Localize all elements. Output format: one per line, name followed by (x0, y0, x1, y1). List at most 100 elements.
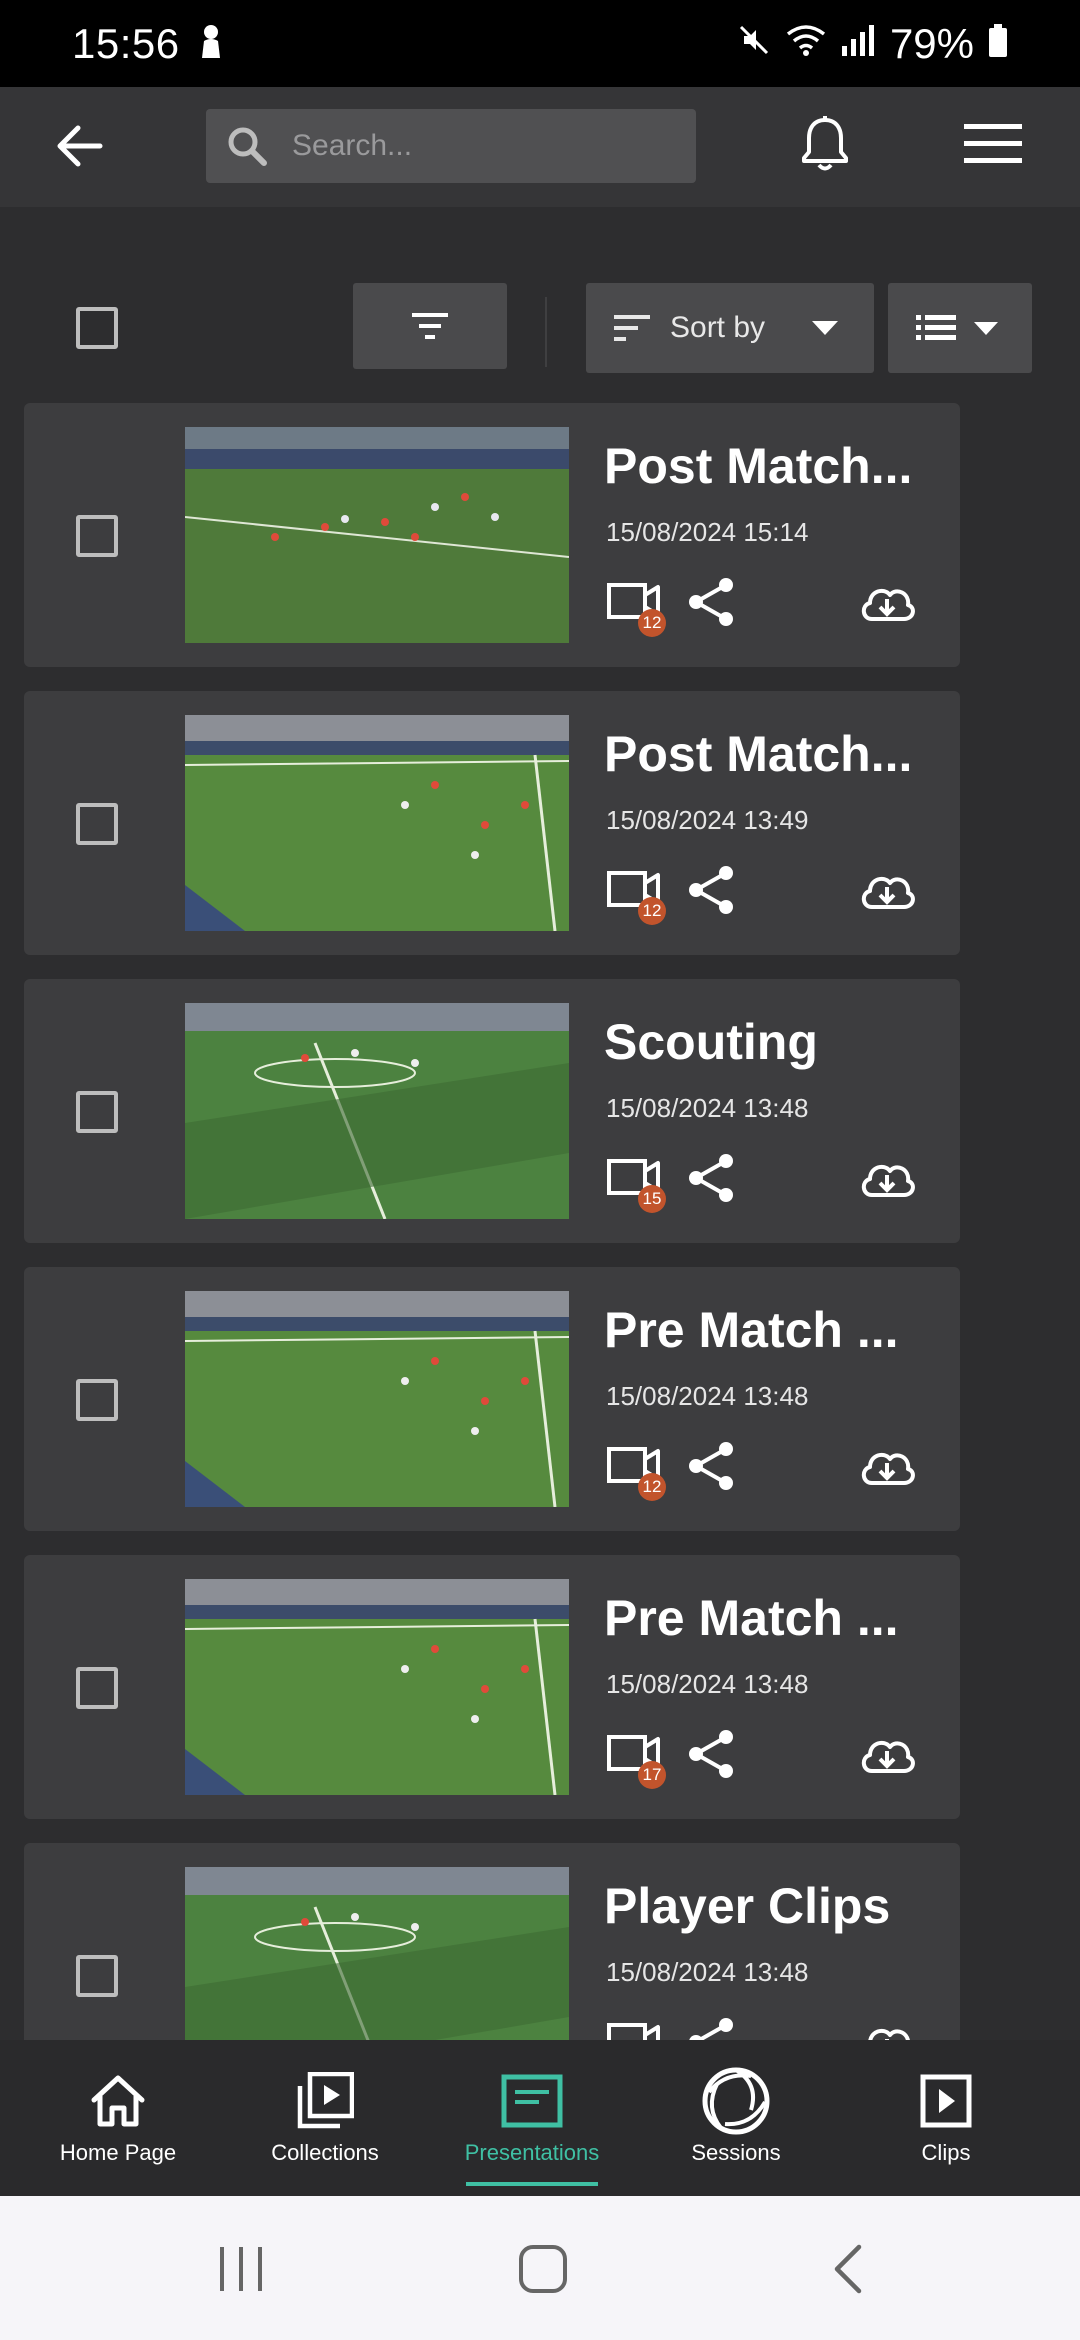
share-button[interactable] (682, 2013, 740, 2040)
presentation-thumbnail[interactable] (185, 1003, 569, 1219)
cloud-download-button[interactable] (858, 575, 916, 631)
sort-dropdown[interactable]: Sort by (586, 283, 874, 373)
clip-count-badge: 15 (638, 1185, 666, 1213)
presentation-thumbnail[interactable] (185, 1291, 569, 1507)
nav-sessions[interactable]: Sessions (656, 2040, 816, 2196)
nav-presentations-label: Presentations (464, 2140, 600, 2165)
share-icon (689, 578, 733, 626)
view-mode-dropdown[interactable] (888, 283, 1032, 373)
presentation-date: 15/08/2024 13:48 (606, 1669, 809, 1699)
back-button[interactable] (44, 111, 114, 181)
presentation-thumbnail[interactable] (185, 1867, 569, 2040)
presentation-title[interactable]: Pre Match ... (604, 1589, 944, 1647)
wifi-icon (786, 20, 826, 68)
presentation-title[interactable]: Scouting (604, 1013, 944, 1071)
share-icon (689, 1442, 733, 1490)
share-icon (689, 1154, 733, 1202)
presentation-thumbnail[interactable] (185, 1579, 569, 1795)
caret-down-icon (974, 321, 998, 335)
cloud-download-button[interactable] (858, 2015, 916, 2040)
presentation-title[interactable]: Post Match... (604, 437, 944, 495)
collections-icon (290, 2068, 360, 2134)
nav-clips[interactable]: Clips (866, 2040, 1026, 2196)
presentation-checkbox[interactable] (76, 1379, 118, 1421)
notifications-button[interactable] (790, 107, 860, 181)
cloud-download-icon (868, 2028, 910, 2040)
presentation-list: Post Match... 15/08/2024 15:14 12 Post Matc… (0, 403, 1080, 2040)
toolbar-divider (545, 297, 547, 367)
bottom-navigation: Home Page Collections Presentations Sess… (0, 2040, 1080, 2196)
presentation-date: 15/08/2024 13:49 (606, 805, 809, 835)
presentation-checkbox[interactable] (76, 515, 118, 557)
presentation-checkbox[interactable] (76, 1955, 118, 1997)
share-button[interactable] (682, 1437, 740, 1495)
presentation-checkbox[interactable] (76, 1091, 118, 1133)
recent-apps-button[interactable] (206, 2234, 276, 2304)
presentation-checkbox[interactable] (76, 803, 118, 845)
presentation-card[interactable]: Post Match... 15/08/2024 15:14 12 (24, 403, 960, 667)
presentation-title[interactable]: Pre Match ... (604, 1301, 944, 1359)
home-circle-icon (519, 2245, 567, 2293)
list-view-icon (916, 315, 956, 340)
presentation-card[interactable]: Pre Match ... 15/08/2024 13:48 17 (24, 1555, 960, 1819)
sort-label: Sort by (670, 311, 766, 344)
presentation-icon (497, 2068, 567, 2134)
share-icon (689, 1730, 733, 1778)
nav-presentations[interactable]: Presentations (452, 2040, 612, 2196)
presentation-date: 15/08/2024 13:48 (606, 1381, 809, 1411)
presentation-date: 15/08/2024 15:14 (606, 517, 809, 547)
clip-count-badge: 12 (638, 897, 666, 925)
sessions-aperture-icon (701, 2067, 771, 2135)
search-input[interactable] (292, 129, 672, 163)
hamburger-menu-icon (964, 124, 1022, 163)
share-icon (689, 2018, 733, 2040)
search-bar[interactable] (206, 109, 696, 183)
back-arrow-icon (57, 125, 103, 167)
presentation-card[interactable]: Player Clips 15/08/2024 13:48 (24, 1843, 960, 2040)
nav-collections[interactable]: Collections (245, 2040, 405, 2196)
presentation-card[interactable]: Post Match... 15/08/2024 13:49 12 (24, 691, 960, 955)
active-tab-indicator (466, 2182, 598, 2186)
sort-icon (614, 315, 650, 341)
recent-apps-icon (220, 2247, 262, 2291)
nav-collections-label: Collections (271, 2140, 379, 2165)
cloud-download-button[interactable] (858, 1727, 916, 1783)
share-button[interactable] (682, 573, 740, 631)
share-button[interactable] (682, 1149, 740, 1207)
cloud-download-icon (861, 1164, 915, 1197)
cloud-download-button[interactable] (858, 863, 916, 919)
share-button[interactable] (682, 1725, 740, 1783)
battery-percent: 79% (889, 19, 974, 67)
presentation-thumbnail[interactable] (185, 427, 569, 643)
presentation-checkbox[interactable] (76, 1667, 118, 1709)
presentation-title[interactable]: Player Clips (604, 1877, 944, 1935)
presentation-title[interactable]: Post Match... (604, 725, 944, 783)
home-icon (83, 2068, 153, 2134)
caret-down-icon (812, 321, 838, 335)
cloud-download-button[interactable] (858, 1151, 916, 1207)
filter-button[interactable] (353, 283, 507, 369)
nav-clips-label: Clips (921, 2140, 971, 2165)
clip-count-badge: 12 (638, 609, 666, 637)
clip-count-badge: 12 (638, 1473, 666, 1501)
presentation-card[interactable]: Scouting 15/08/2024 13:48 15 (24, 979, 960, 1243)
share-button[interactable] (682, 861, 740, 919)
presentation-date: 15/08/2024 13:48 (606, 1093, 809, 1123)
list-toolbar: Sort by (0, 207, 1080, 397)
presentation-card[interactable]: Pre Match ... 15/08/2024 13:48 12 (24, 1267, 960, 1531)
home-button[interactable] (508, 2234, 578, 2304)
presentation-date: 15/08/2024 13:48 (606, 1957, 809, 1987)
video-clips-button[interactable] (606, 2013, 664, 2040)
menu-button[interactable] (958, 109, 1028, 179)
nav-home[interactable]: Home Page (38, 2040, 198, 2196)
notification-person-icon (198, 20, 224, 68)
system-back-button[interactable] (812, 2234, 882, 2304)
cloud-download-icon (861, 876, 915, 909)
cloud-download-icon (861, 588, 915, 621)
select-all-checkbox[interactable] (76, 307, 118, 349)
presentation-thumbnail[interactable] (185, 715, 569, 931)
chevron-left-icon (834, 2244, 862, 2294)
cloud-download-button[interactable] (858, 1439, 916, 1495)
nav-home-label: Home Page (59, 2140, 177, 2165)
mute-icon (736, 20, 772, 68)
